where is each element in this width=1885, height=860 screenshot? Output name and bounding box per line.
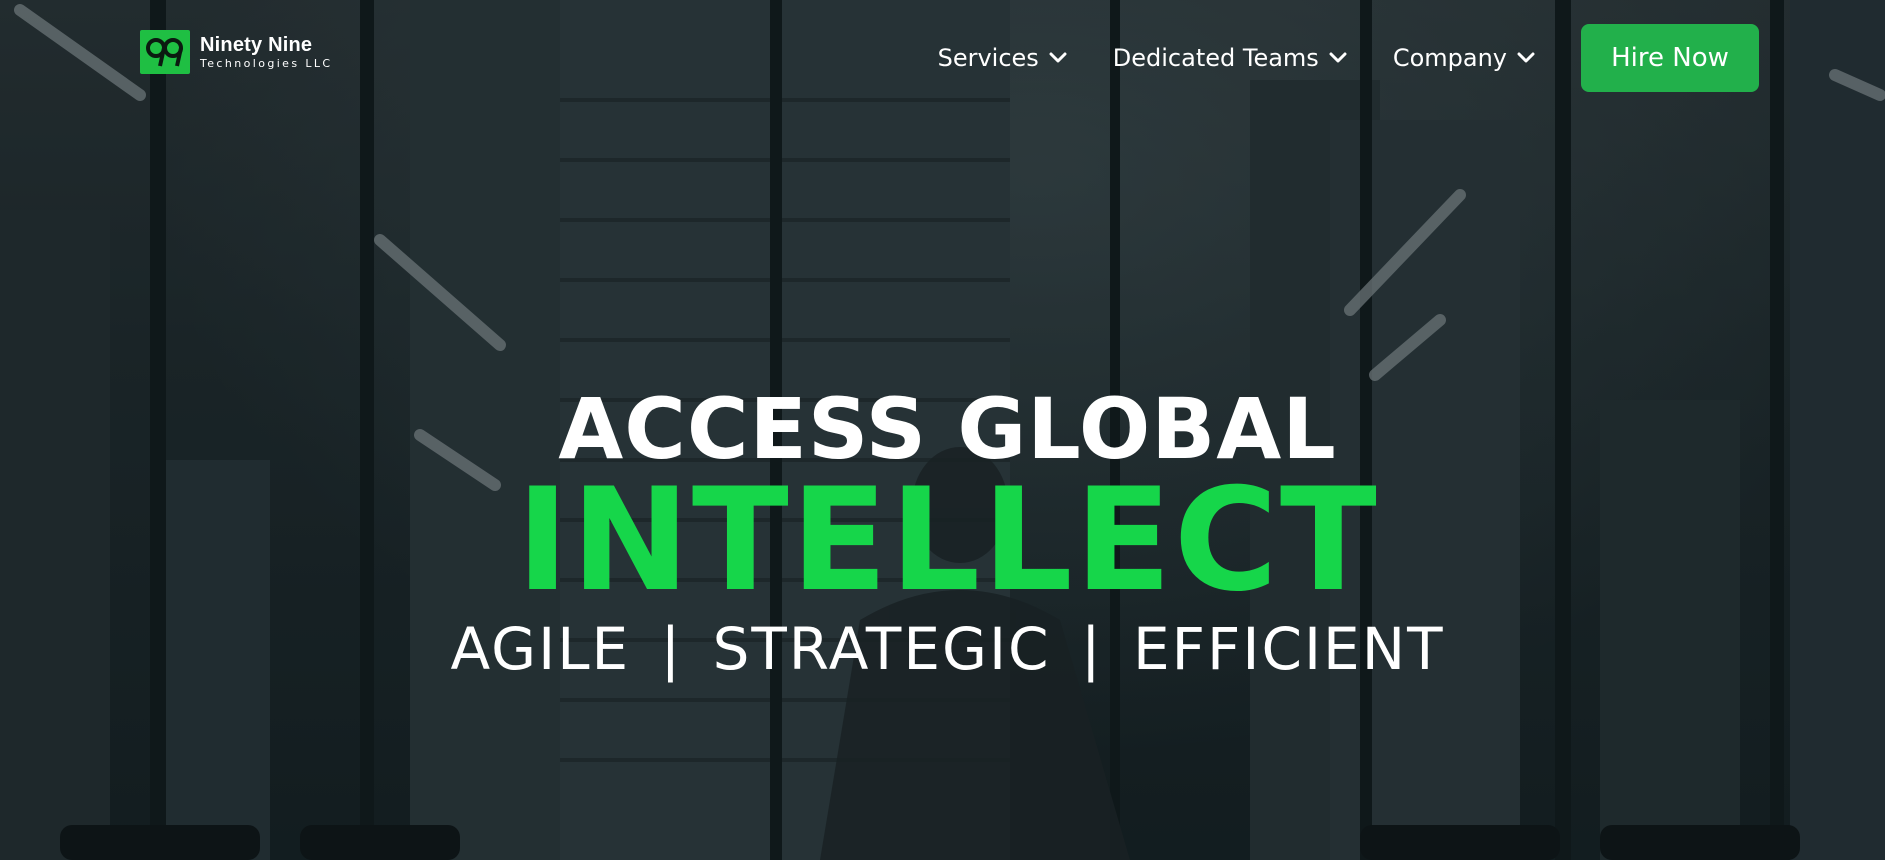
chevron-down-icon [1049, 52, 1067, 63]
nav-item-label: Company [1392, 44, 1507, 72]
nav-item-dedicated-teams[interactable]: Dedicated Teams [1113, 44, 1347, 72]
nav-item-services[interactable]: Services [938, 44, 1067, 72]
nav-item-company[interactable]: Company [1393, 44, 1535, 72]
infinity-99-icon [146, 38, 183, 67]
hire-now-button[interactable]: Hire Now [1581, 24, 1759, 92]
brand-subtitle: Technologies LLC [200, 57, 333, 70]
hero-headline-line2: INTELLECT [516, 458, 1379, 623]
brand-name: Ninety Nine [200, 34, 313, 56]
main-nav: Services Dedicated Teams Company Hire No… [938, 24, 1759, 92]
chevron-down-icon [1517, 52, 1535, 63]
nav-item-label: Dedicated Teams [1112, 44, 1319, 72]
chevron-down-icon [1329, 52, 1347, 63]
nav-item-label: Services [937, 44, 1039, 72]
hero-tagline: AGILE | STRATEGIC | EFFICIENT [450, 615, 1445, 683]
site-header: Ninety Nine Technologies LLC Services De… [0, 0, 1885, 110]
logo-mark-icon [140, 30, 190, 74]
brand-logo[interactable]: Ninety Nine Technologies LLC [140, 30, 333, 74]
